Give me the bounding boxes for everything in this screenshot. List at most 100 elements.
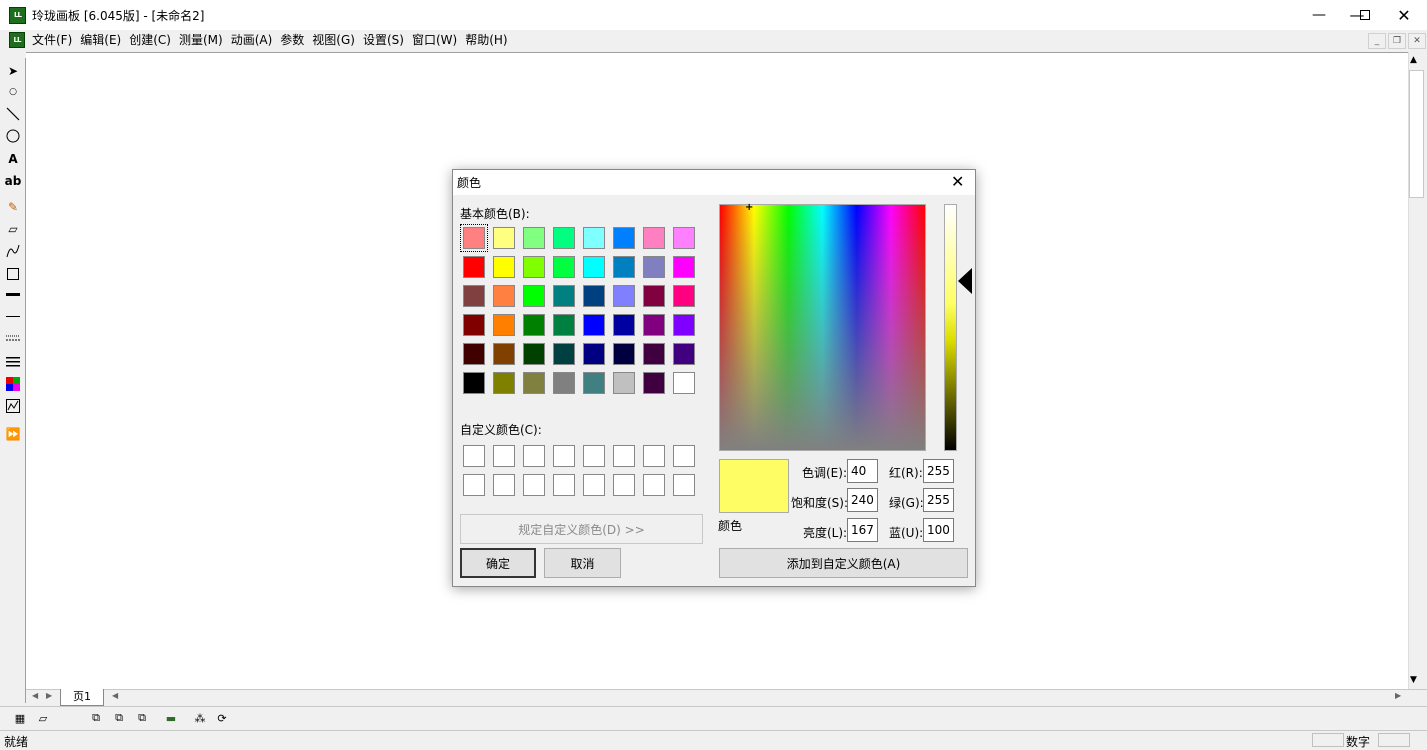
custom-color-swatch[interactable] <box>463 445 485 467</box>
basic-color-swatch[interactable] <box>553 227 575 249</box>
color-spectrum[interactable] <box>719 204 926 451</box>
basic-color-swatch[interactable] <box>463 314 485 336</box>
basic-color-swatch[interactable] <box>583 343 605 365</box>
basic-color-swatch[interactable] <box>493 314 515 336</box>
basic-color-swatch[interactable] <box>643 343 665 365</box>
basic-color-swatch[interactable] <box>493 372 515 394</box>
basic-color-swatch[interactable] <box>523 285 545 307</box>
cube-view-2-icon[interactable]: ⧉ <box>110 710 128 726</box>
basic-color-swatch[interactable] <box>463 372 485 394</box>
transform-icon[interactable]: ⁂ <box>191 710 209 726</box>
basic-color-swatch[interactable] <box>553 256 575 278</box>
menu-view[interactable]: 视图(G) <box>311 33 362 48</box>
basic-color-swatch[interactable] <box>493 285 515 307</box>
basic-color-swatch[interactable] <box>673 285 695 307</box>
custom-color-swatch[interactable] <box>673 474 695 496</box>
luminance-field[interactable]: 167 <box>847 518 878 542</box>
basic-color-swatch[interactable] <box>553 314 575 336</box>
custom-color-swatch[interactable] <box>673 445 695 467</box>
basic-color-swatch[interactable] <box>613 285 635 307</box>
basic-color-swatch[interactable] <box>463 343 485 365</box>
point-tool-icon[interactable]: ○ <box>3 82 23 102</box>
basic-color-swatch[interactable] <box>493 343 515 365</box>
add-to-custom-colors-button[interactable]: 添加到自定义颜色(A) <box>719 548 968 578</box>
custom-color-swatch[interactable] <box>553 445 575 467</box>
basic-color-swatch[interactable] <box>613 314 635 336</box>
basic-color-swatch[interactable] <box>523 227 545 249</box>
thin-line-icon[interactable] <box>3 307 23 327</box>
custom-color-swatch[interactable] <box>553 474 575 496</box>
basic-color-swatch[interactable] <box>493 227 515 249</box>
basic-color-swatch[interactable] <box>643 285 665 307</box>
custom-color-swatch[interactable] <box>613 445 635 467</box>
pencil-tool-icon[interactable]: ✎ <box>3 197 23 217</box>
menu-window[interactable]: 窗口(W) <box>411 33 464 48</box>
multi-line-icon[interactable] <box>3 351 23 371</box>
basic-color-swatch[interactable] <box>613 227 635 249</box>
label-tool-icon[interactable]: ab <box>3 171 23 191</box>
basic-color-swatch[interactable] <box>673 227 695 249</box>
tab-page-1[interactable]: 页1 <box>60 689 104 706</box>
cube-view-3-icon[interactable]: ⧉ <box>133 710 151 726</box>
dotted-line-icon[interactable] <box>3 329 23 349</box>
basic-color-swatch[interactable] <box>553 285 575 307</box>
text-tool-icon[interactable]: A <box>3 149 23 169</box>
green-field[interactable]: 255 <box>923 488 954 512</box>
basic-color-swatch[interactable] <box>583 285 605 307</box>
cancel-button[interactable]: 取消 <box>544 548 621 578</box>
select-arrow-icon[interactable]: ➤ <box>3 61 23 81</box>
minimize-window-button[interactable]: — <box>1296 0 1342 30</box>
mdi-minimize-button[interactable]: _ <box>1368 33 1386 49</box>
basic-color-swatch[interactable] <box>583 227 605 249</box>
custom-color-swatch[interactable] <box>493 445 515 467</box>
basic-color-swatch[interactable] <box>673 343 695 365</box>
basic-color-swatch[interactable] <box>583 314 605 336</box>
hscroll-right-arrow-icon[interactable]: ▶ <box>1395 691 1401 700</box>
basic-color-swatch[interactable] <box>643 256 665 278</box>
basic-color-swatch[interactable] <box>613 256 635 278</box>
basic-color-swatch[interactable] <box>613 343 635 365</box>
custom-color-swatch[interactable] <box>523 474 545 496</box>
basic-color-swatch[interactable] <box>643 372 665 394</box>
custom-color-swatch[interactable] <box>613 474 635 496</box>
custom-color-swatch[interactable] <box>583 445 605 467</box>
menu-create[interactable]: 创建(C) <box>128 33 178 48</box>
basic-color-swatch[interactable] <box>583 372 605 394</box>
blue-field[interactable]: 100 <box>923 518 954 542</box>
line-tool-icon[interactable] <box>3 104 23 124</box>
custom-color-swatch[interactable] <box>523 445 545 467</box>
basic-color-swatch[interactable] <box>583 256 605 278</box>
basic-color-swatch[interactable] <box>463 256 485 278</box>
dialog-close-icon[interactable]: ✕ <box>951 172 964 191</box>
scroll-up-arrow-icon[interactable]: ▲ <box>1410 55 1417 65</box>
eraser-tool-icon[interactable]: ▱ <box>3 219 23 239</box>
hscroll-left-arrow-icon[interactable]: ◀ <box>112 691 118 700</box>
menu-file[interactable]: 文件(F) <box>31 33 79 48</box>
green-rect-icon[interactable]: ▬ <box>162 710 180 726</box>
custom-color-swatch[interactable] <box>463 474 485 496</box>
thick-line-icon[interactable] <box>3 285 23 305</box>
rectangle-tool-icon[interactable] <box>3 264 23 284</box>
basic-color-swatch[interactable] <box>643 314 665 336</box>
basic-color-swatch[interactable] <box>643 227 665 249</box>
custom-color-swatch[interactable] <box>583 474 605 496</box>
basic-color-swatch[interactable] <box>523 372 545 394</box>
curve-tool-icon[interactable] <box>3 241 23 261</box>
circle-tool-icon[interactable] <box>3 126 23 146</box>
page-first-arrow-icon[interactable]: ◀ <box>32 691 38 700</box>
basic-color-swatch[interactable] <box>613 372 635 394</box>
grid-icon[interactable]: ▦ <box>11 710 29 726</box>
basic-color-swatch[interactable] <box>553 372 575 394</box>
page-next-arrow-icon[interactable]: ▶ <box>46 691 52 700</box>
basic-color-swatch[interactable] <box>493 256 515 278</box>
menu-animation[interactable]: 动画(A) <box>230 33 280 48</box>
ok-button[interactable]: 确定 <box>460 548 536 578</box>
saturation-field[interactable]: 240 <box>847 488 878 512</box>
custom-color-swatch[interactable] <box>643 445 665 467</box>
scroll-down-arrow-icon[interactable]: ▼ <box>1410 675 1417 685</box>
color-palette-icon[interactable] <box>3 374 23 394</box>
menu-params[interactable]: 参数 <box>279 33 311 48</box>
basic-color-swatch[interactable] <box>673 314 695 336</box>
menu-edit[interactable]: 编辑(E) <box>79 33 128 48</box>
basic-color-swatch[interactable] <box>523 256 545 278</box>
